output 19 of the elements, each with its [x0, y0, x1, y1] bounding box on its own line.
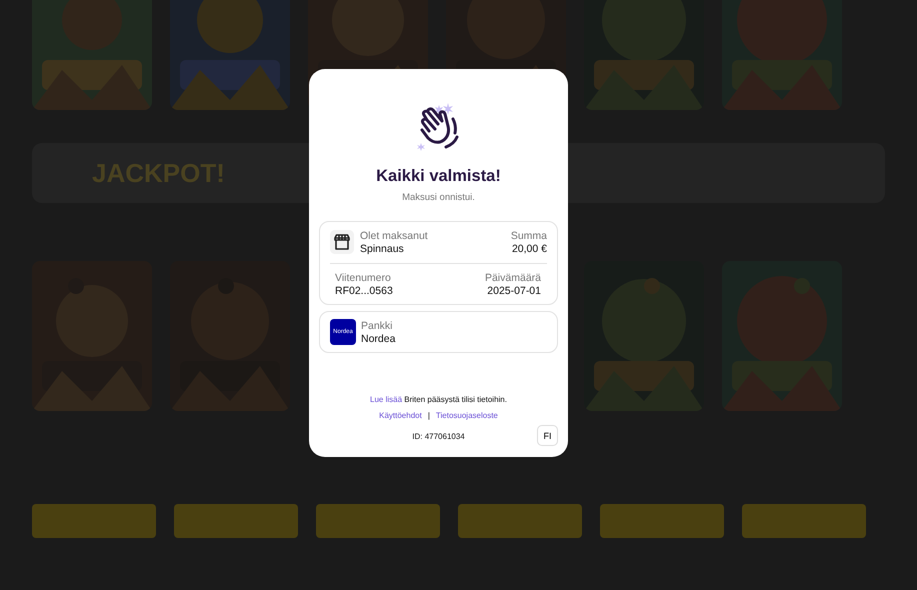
- amount-label: Summa: [510, 230, 547, 242]
- payee-label: Olet maksanut: [360, 230, 428, 242]
- language-button[interactable]: FI: [537, 425, 558, 446]
- footer-link[interactable]: Käyttöehdot: [379, 411, 422, 420]
- bank-label: Pankki: [361, 320, 394, 332]
- read-more-link[interactable]: Lue lisää: [370, 395, 402, 404]
- reference-label: Viitenumero: [335, 272, 392, 284]
- session-id: ID: 477061034: [412, 432, 465, 440]
- bank-name: Nordea: [361, 332, 396, 344]
- separator: |: [428, 411, 430, 420]
- amount-value: 20,00 €: [510, 243, 547, 255]
- date-value: 2025-07-01: [486, 285, 541, 297]
- payee-value: Spinnaus: [360, 243, 405, 255]
- info-text: Lue lisää Briten pääsystä tilisi tietoihin.: [370, 395, 507, 404]
- success-subtitle: Maksusi onnistui.: [402, 192, 475, 203]
- reference-value: RF02...0563: [335, 285, 393, 297]
- success-title: Kaikki valmista!: [376, 167, 501, 186]
- footer-link[interactable]: Tietosuojaseloste: [436, 411, 498, 420]
- date-label: Päivämäärä: [484, 272, 541, 284]
